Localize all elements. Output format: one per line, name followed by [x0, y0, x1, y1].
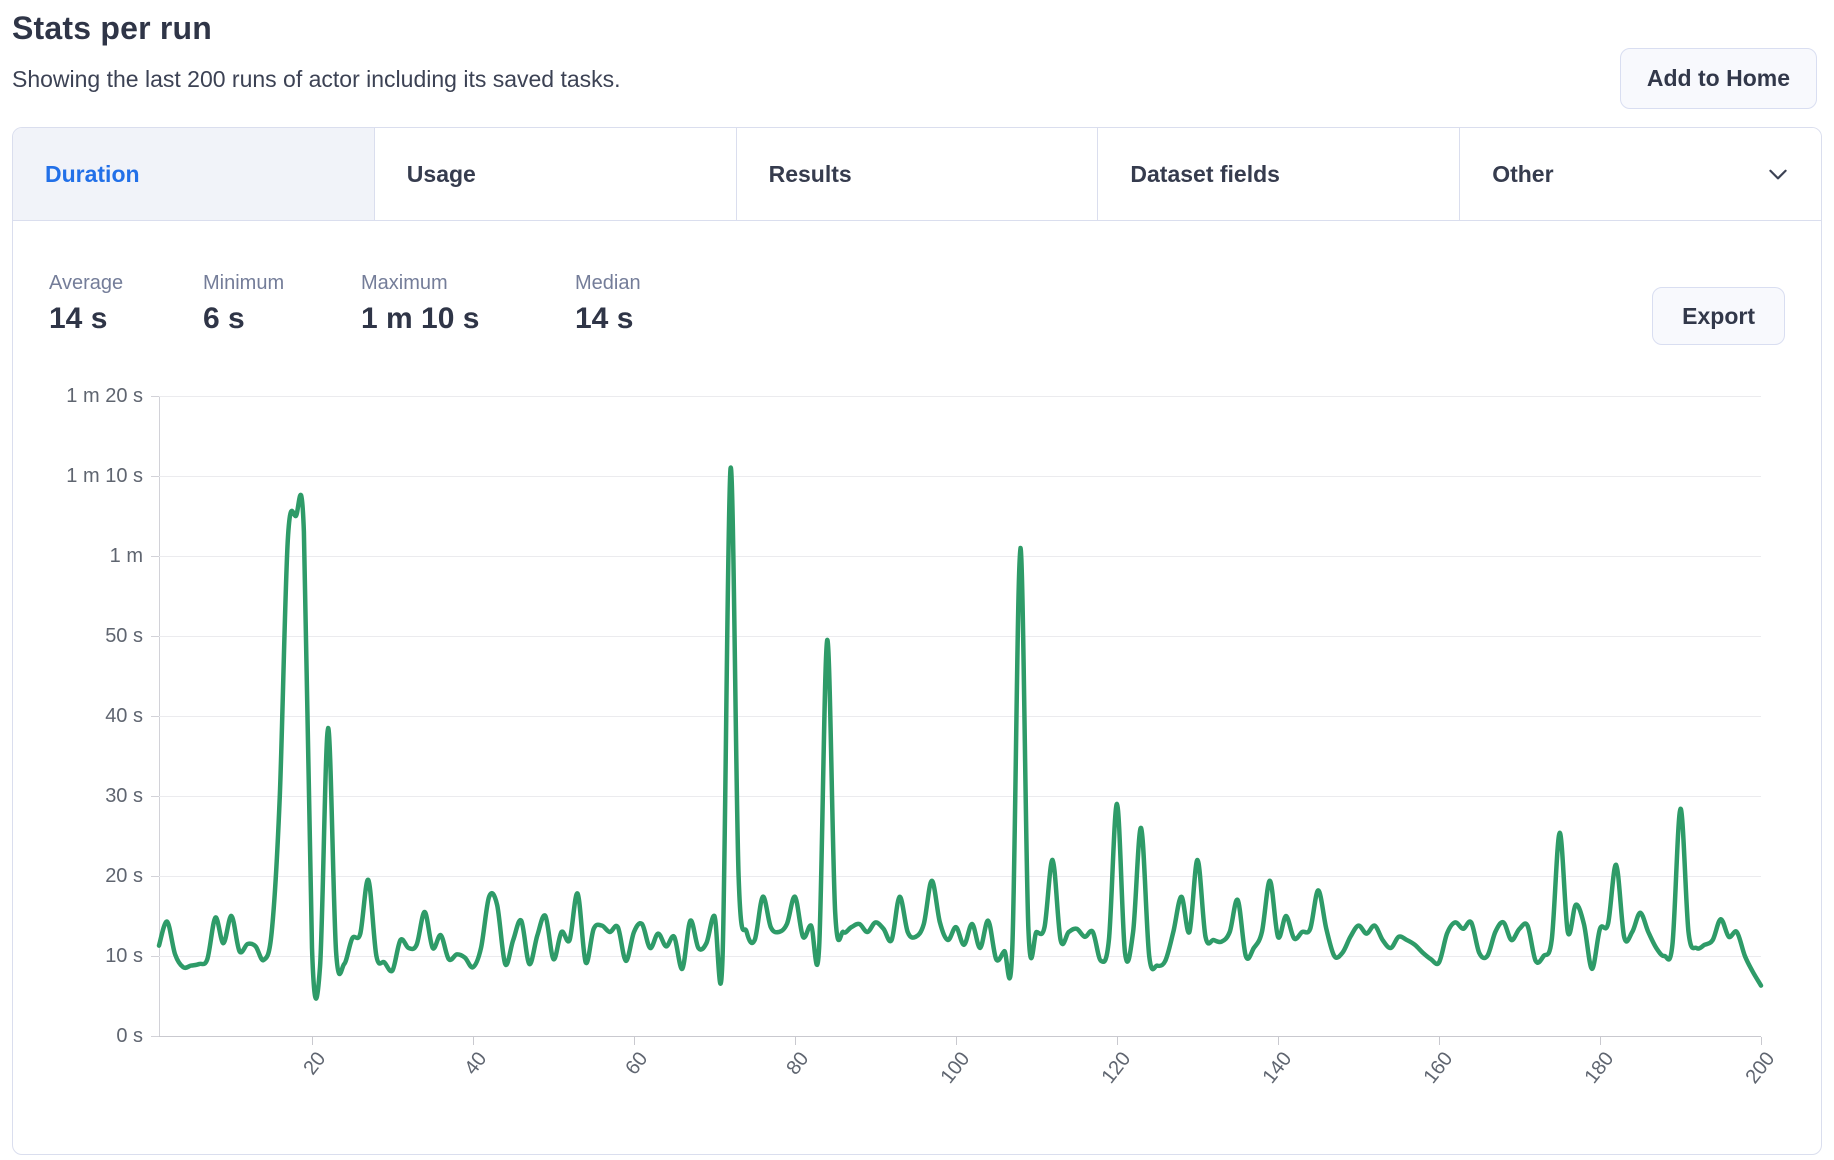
y-axis-tick	[151, 716, 159, 717]
y-axis-tick-label: 1 m	[13, 543, 143, 569]
y-axis-tick	[151, 956, 159, 957]
page-title: Stats per run	[12, 10, 212, 47]
x-axis-tick-label: 200	[1741, 1048, 1780, 1088]
x-axis-tick-label: 180	[1580, 1048, 1619, 1088]
tab-other[interactable]: Other	[1460, 128, 1821, 220]
chevron-down-icon	[1765, 161, 1791, 187]
chart-area: Average 14 s Minimum 6 s Maximum 1 m 10 …	[13, 220, 1821, 1154]
y-axis-tick-label: 20 s	[13, 863, 143, 889]
tab-results[interactable]: Results	[737, 128, 1099, 220]
y-axis-tick-label: 40 s	[13, 703, 143, 729]
y-axis-tick	[151, 396, 159, 397]
x-axis-tick-label: 20	[299, 1048, 331, 1080]
x-axis-tick-label: 120	[1097, 1048, 1136, 1088]
y-axis-tick-label: 10 s	[13, 943, 143, 969]
tab-other-label: Other	[1492, 161, 1553, 188]
y-axis-tick-label: 0 s	[13, 1023, 143, 1049]
y-axis-tick	[151, 796, 159, 797]
x-axis-tick-label: 140	[1258, 1048, 1297, 1088]
y-axis-tick-label: 1 m 10 s	[13, 463, 143, 489]
y-axis-tick-label: 1 m 20 s	[13, 383, 143, 409]
page-subtitle: Showing the last 200 runs of actor inclu…	[12, 66, 621, 93]
stats-card: Duration Usage Results Dataset fields Ot…	[12, 127, 1822, 1155]
tab-bar: Duration Usage Results Dataset fields Ot…	[13, 128, 1821, 221]
y-axis-tick	[151, 636, 159, 637]
y-axis-tick	[151, 1036, 159, 1037]
y-axis-tick	[151, 476, 159, 477]
tab-usage[interactable]: Usage	[375, 128, 737, 220]
add-to-home-button[interactable]: Add to Home	[1620, 48, 1817, 109]
tab-duration[interactable]: Duration	[13, 128, 375, 220]
duration-line-series	[159, 468, 1761, 999]
x-axis-tick-label: 160	[1419, 1048, 1458, 1088]
y-axis-tick-label: 30 s	[13, 783, 143, 809]
y-axis-tick-label: 50 s	[13, 623, 143, 649]
y-axis-tick	[151, 876, 159, 877]
y-axis-tick	[151, 556, 159, 557]
x-axis-tick-label: 60	[621, 1048, 653, 1080]
duration-line-chart	[159, 370, 1761, 1050]
x-axis-tick-label: 80	[782, 1048, 814, 1080]
tab-dataset-fields[interactable]: Dataset fields	[1098, 128, 1460, 220]
x-axis-tick-label: 100	[936, 1048, 975, 1088]
x-axis-tick	[1761, 1037, 1762, 1045]
x-axis-tick-label: 40	[460, 1048, 492, 1080]
